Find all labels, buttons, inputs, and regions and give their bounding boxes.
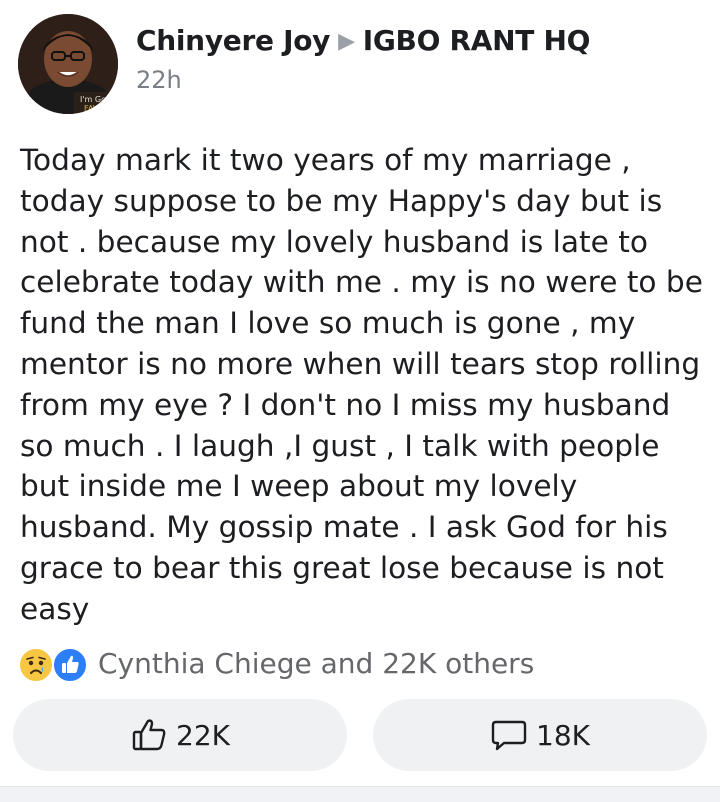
- comment-bubble-icon: [490, 716, 528, 754]
- comment-count: 18K: [536, 718, 590, 752]
- post-divider: [0, 786, 720, 802]
- reactions-text: Cynthia Chiege and 22K others: [98, 647, 535, 680]
- sad-icon: [18, 647, 54, 683]
- author-avatar[interactable]: I'm God FAVO: [18, 14, 118, 114]
- avatar-caption-line2: FAVO: [84, 104, 104, 113]
- like-button[interactable]: 22K: [13, 699, 347, 771]
- post-timestamp[interactable]: 22h: [136, 66, 182, 94]
- like-icon: [52, 647, 88, 683]
- post-title-row: Chinyere Joy ▶ IGBO RANT HQ: [136, 24, 590, 57]
- thumbs-up-icon: [130, 716, 168, 754]
- shared-to-arrow-icon: ▶: [338, 29, 355, 54]
- comment-button[interactable]: 18K: [373, 699, 707, 771]
- author-name[interactable]: Chinyere Joy: [136, 24, 330, 57]
- post-header: I'm God FAVO Chinyere Joy ▶ IGBO RANT HQ 2…: [18, 14, 708, 118]
- like-count: 22K: [176, 718, 230, 752]
- reaction-icons: [18, 647, 96, 683]
- post-body-text: Today mark it two years of my marriage ,…: [20, 143, 703, 626]
- group-name[interactable]: IGBO RANT HQ: [363, 24, 591, 57]
- avatar-caption-line1: I'm God: [80, 95, 111, 104]
- reactions-summary[interactable]: Cynthia Chiege and 22K others: [18, 645, 708, 685]
